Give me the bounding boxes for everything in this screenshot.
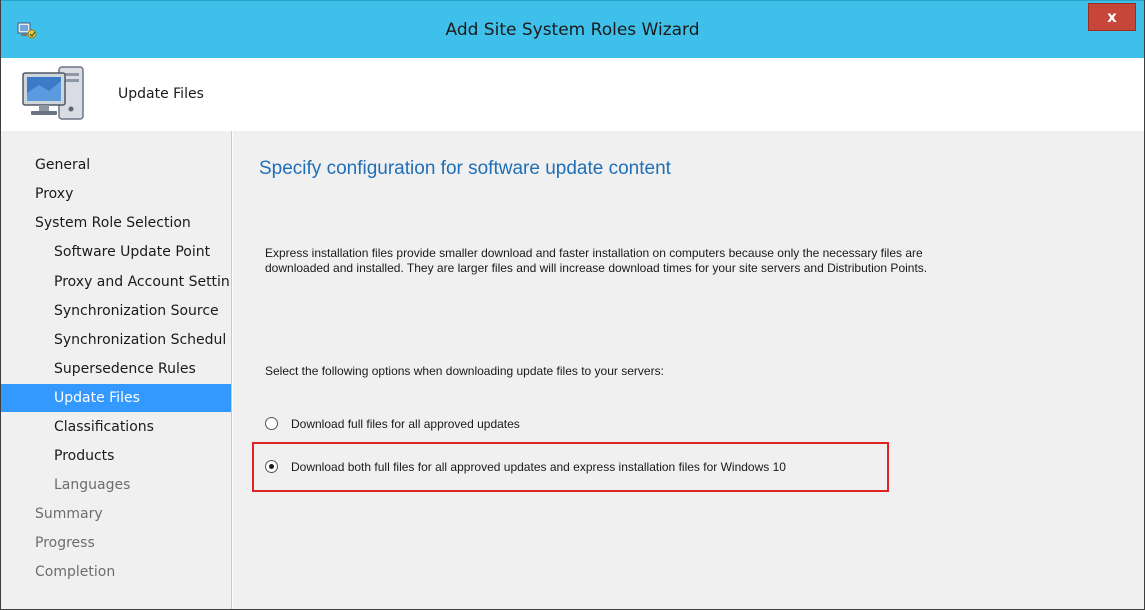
description-text: Express installation files provide small…: [265, 246, 1095, 276]
sidebar-item-synchronization-schedule[interactable]: Synchronization Schedul: [1, 326, 231, 354]
page-heading: Specify configuration for software updat…: [259, 158, 671, 179]
wizard-header: Update Files: [1, 58, 1144, 131]
wizard-window: Add Site System Roles Wizard x Update Fi…: [0, 0, 1145, 610]
sidebar-item-summary[interactable]: Summary: [1, 500, 231, 528]
radio-selected-dot: [269, 464, 274, 469]
main-content-panel: Specify configuration for software updat…: [233, 131, 1144, 609]
radio-button-checked[interactable]: [265, 460, 278, 473]
sidebar-item-languages[interactable]: Languages: [1, 471, 231, 499]
radio-button-unchecked[interactable]: [265, 417, 278, 430]
sidebar-item-classifications[interactable]: Classifications: [1, 413, 231, 441]
option-full-files-label[interactable]: Download full files for all approved upd…: [291, 414, 520, 434]
sidebar-item-supersedence-rules[interactable]: Supersedence Rules: [1, 355, 231, 383]
close-button[interactable]: x: [1088, 3, 1136, 31]
window-title: Add Site System Roles Wizard: [445, 20, 700, 40]
wizard-steps-sidebar: General Proxy System Role Selection Soft…: [1, 131, 232, 609]
sidebar-item-products[interactable]: Products: [1, 442, 231, 470]
header-title: Update Files: [118, 86, 204, 102]
sidebar-item-progress[interactable]: Progress: [1, 529, 231, 557]
sidebar-item-completion[interactable]: Completion: [1, 558, 231, 586]
options-prompt: Select the following options when downlo…: [265, 364, 664, 378]
sidebar-item-general[interactable]: General: [1, 151, 231, 179]
description-line-2: downloaded and installed. They are large…: [265, 261, 928, 275]
description-line-1: Express installation files provide small…: [265, 246, 923, 260]
sidebar-item-software-update-point[interactable]: Software Update Point: [1, 238, 231, 266]
sidebar-item-system-role-selection[interactable]: System Role Selection: [1, 209, 231, 237]
computer-monitor-icon: [22, 66, 84, 120]
sidebar-item-update-files[interactable]: Update Files: [1, 384, 231, 412]
option-full-and-express-files-label[interactable]: Download both full files for all approve…: [291, 457, 786, 477]
sidebar-item-proxy[interactable]: Proxy: [1, 180, 231, 208]
title-bar[interactable]: Add Site System Roles Wizard x: [1, 0, 1144, 58]
sidebar-item-synchronization-source[interactable]: Synchronization Source: [1, 297, 231, 325]
sidebar-item-proxy-and-account-settings[interactable]: Proxy and Account Settin: [1, 268, 231, 296]
